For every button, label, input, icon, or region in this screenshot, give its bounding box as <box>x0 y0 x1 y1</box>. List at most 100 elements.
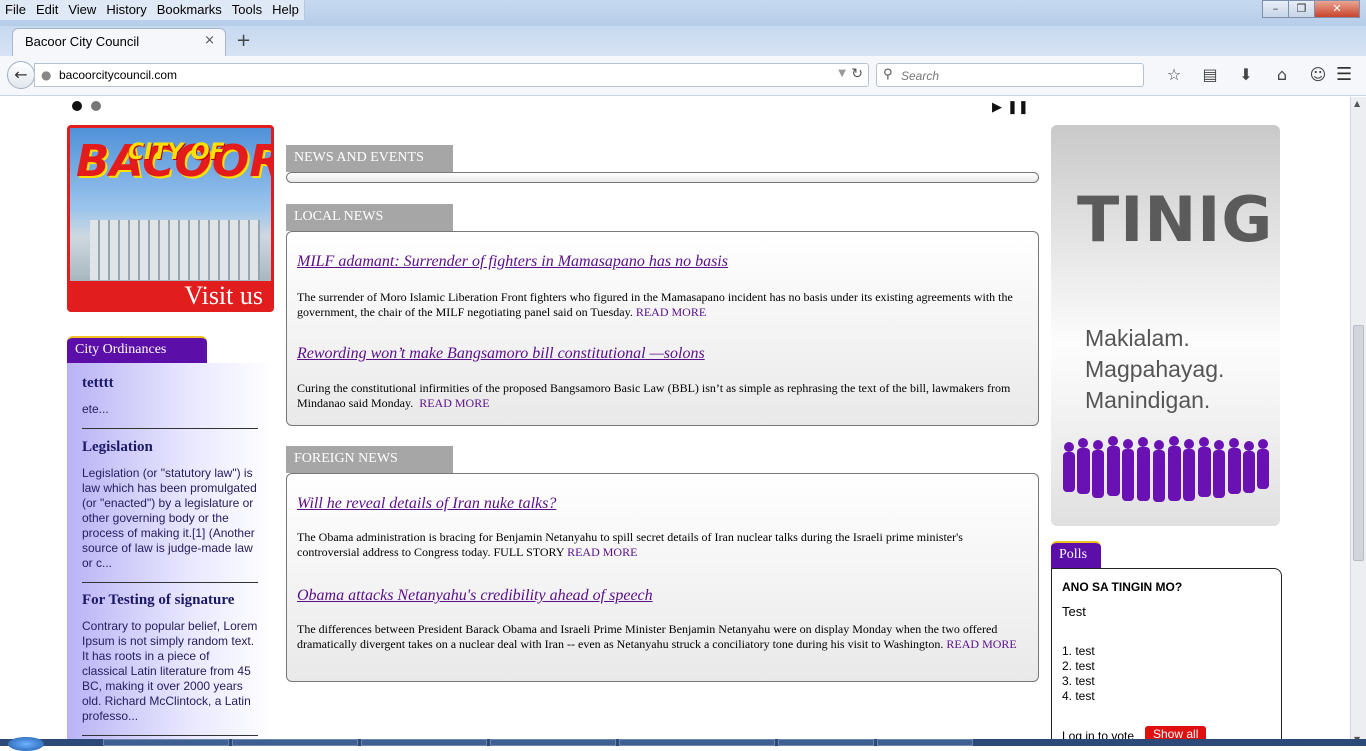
chat-icon[interactable]: ☺ <box>1300 65 1336 84</box>
search-placeholder[interactable]: Search <box>901 69 939 83</box>
toolbar-icons: ☆ ▤ ⬇ ⌂ ☺ <box>1156 65 1336 84</box>
taskbar-item[interactable] <box>877 739 973 746</box>
play-icon[interactable]: ▶ <box>992 99 1002 115</box>
url-bar[interactable]: ● bacoorcitycouncil.com ▼ ↻ <box>34 63 869 87</box>
taskbar-item[interactable] <box>619 739 775 746</box>
poll-option: 3. test <box>1062 674 1095 688</box>
back-button[interactable]: ← <box>7 61 35 89</box>
page-scrollbar[interactable]: ▲ ▼ <box>1350 97 1366 746</box>
taskbar-item[interactable] <box>361 739 487 746</box>
menu-file[interactable]: File <box>0 0 31 20</box>
ordinance-item: Legislation Legislation (or "statutory l… <box>82 439 258 583</box>
news-item: Will he reveal details of Iran nuke talk… <box>297 495 1027 560</box>
read-more-link[interactable]: READ MORE <box>636 305 706 319</box>
ordinance-divider <box>82 582 258 583</box>
local-news-box: MILF adamant: Surrender of fighters in M… <box>286 231 1039 426</box>
ordinance-divider <box>82 735 258 736</box>
foreign-news-title: FOREIGN NEWS <box>294 451 398 466</box>
window-controls: – ❐ ✕ <box>1262 0 1360 18</box>
search-box[interactable]: ⚲ Search <box>876 63 1144 87</box>
news-and-events-title: NEWS AND EVENTS <box>294 150 424 165</box>
ordinance-title[interactable]: Legislation <box>82 439 258 456</box>
tab-bacoor-city-council[interactable]: Bacoor City Council × <box>12 28 226 56</box>
menu-edit[interactable]: Edit <box>31 0 63 20</box>
taskbar-item[interactable] <box>778 739 874 746</box>
url-dropdown-icon[interactable]: ▼ <box>838 68 846 79</box>
polls-title: Polls <box>1059 547 1088 562</box>
scrollbar-thumb[interactable] <box>1353 325 1364 561</box>
new-tab-button[interactable]: + <box>236 30 251 51</box>
menu-bookmarks[interactable]: Bookmarks <box>152 0 227 20</box>
reading-list-icon[interactable]: ▤ <box>1192 65 1228 84</box>
tinig-slogan: Makialam. Magpahayag. Manindigan. <box>1085 323 1224 416</box>
read-more-link[interactable]: READ MORE <box>567 545 637 559</box>
visit-us-strip: Visit us <box>70 281 271 309</box>
close-tab-icon[interactable]: × <box>204 33 215 48</box>
slider-dot-2[interactable] <box>91 101 101 111</box>
slider-controls: ▶ ❚❚ <box>992 99 1029 115</box>
url-text[interactable]: bacoorcitycouncil.com <box>59 68 177 82</box>
home-icon[interactable]: ⌂ <box>1264 65 1300 84</box>
menu-help[interactable]: Help <box>267 0 304 20</box>
slogan-line: Manindigan. <box>1085 387 1211 413</box>
news-item: MILF adamant: Surrender of fighters in M… <box>297 253 1027 320</box>
taskbar-item[interactable] <box>232 739 358 746</box>
ordinance-title[interactable]: For Testing of signature <box>82 592 258 609</box>
poll-question: ANO SA TINGIN MO? <box>1062 580 1183 594</box>
poll-option: 4. test <box>1062 689 1095 703</box>
news-headline-link[interactable]: Obama attacks Netanyahu's credibility ah… <box>297 587 653 604</box>
poll-option: 2. test <box>1062 659 1095 673</box>
poll-box: ANO SA TINGIN MO? Test 1. test 2. test 3… <box>1051 568 1282 746</box>
news-headline-link[interactable]: Rewording won’t make Bangsamoro bill con… <box>297 345 705 362</box>
minimize-button[interactable]: – <box>1262 0 1289 18</box>
city-ordinances-tab: City Ordinances <box>67 336 207 363</box>
news-and-events-box <box>286 172 1039 183</box>
tinig-title: TINIG <box>1077 183 1274 256</box>
news-headline-link[interactable]: MILF adamant: Surrender of fighters in M… <box>297 253 728 270</box>
crowd-silhouette-image <box>1063 436 1269 502</box>
start-button[interactable] <box>8 737 44 751</box>
navigation-toolbar: ← ● bacoorcitycouncil.com ▼ ↻ ⚲ Search ☆… <box>0 56 1366 96</box>
polls-tab: Polls <box>1051 541 1101 569</box>
news-summary: The Obama administration is bracing for … <box>297 530 963 559</box>
pause-icon[interactable]: ❚❚ <box>1007 99 1029 115</box>
ordinance-item: For Testing of signature Contrary to pop… <box>82 592 258 736</box>
news-summary: The surrender of Moro Islamic Liberation… <box>297 290 1013 319</box>
news-item: Rewording won’t make Bangsamoro bill con… <box>297 345 1027 411</box>
slider-dots <box>72 101 101 111</box>
news-headline-link[interactable]: Will he reveal details of Iran nuke talk… <box>297 495 556 512</box>
downloads-icon[interactable]: ⬇ <box>1228 65 1264 84</box>
menu-view[interactable]: View <box>63 0 101 20</box>
read-more-link[interactable]: READ MORE <box>946 637 1016 651</box>
foreign-news-box: Will he reveal details of Iran nuke talk… <box>286 473 1039 682</box>
taskbar-item[interactable] <box>103 739 229 746</box>
city-ordinances-title: City Ordinances <box>75 342 167 357</box>
close-window-button[interactable]: ✕ <box>1314 0 1360 18</box>
reload-icon[interactable]: ↻ <box>851 66 863 82</box>
menu-tools[interactable]: Tools <box>227 0 267 20</box>
city-of-bacoor-banner[interactable]: BACOOR CITY OF Visit us <box>67 125 274 312</box>
bookmark-star-icon[interactable]: ☆ <box>1156 65 1192 84</box>
visit-us-text: Visit us <box>184 281 263 310</box>
slider-dot-1[interactable] <box>72 101 82 111</box>
scroll-up-icon[interactable]: ▲ <box>1354 99 1360 108</box>
taskbar-item[interactable] <box>490 739 616 746</box>
slogan-line: Magpahayag. <box>1085 356 1225 382</box>
local-news-title: LOCAL NEWS <box>294 209 384 224</box>
menu-history[interactable]: History <box>101 0 151 20</box>
slogan-line: Makialam. <box>1085 325 1190 351</box>
tab-title: Bacoor City Council <box>25 34 140 49</box>
globe-icon: ● <box>41 68 52 82</box>
maximize-button[interactable]: ❐ <box>1288 0 1315 18</box>
read-more-link[interactable]: READ MORE <box>419 396 489 410</box>
window-titlebar: File Edit View History Bookmarks Tools H… <box>0 0 1366 26</box>
poll-options: 1. test 2. test 3. test 4. test <box>1062 644 1095 704</box>
city-hall-building-image <box>90 220 260 280</box>
ordinance-title[interactable]: tetttt <box>82 375 258 392</box>
news-item: Obama attacks Netanyahu's credibility ah… <box>297 587 1027 652</box>
tinig-banner[interactable]: TINIG Makialam. Magpahayag. Manindigan. <box>1051 125 1280 526</box>
ordinance-divider <box>82 428 258 429</box>
news-summary: Curing the constitutional infirmities of… <box>297 381 1011 410</box>
foreign-news-header: FOREIGN NEWS <box>286 446 453 473</box>
hamburger-menu-icon[interactable]: ☰ <box>1336 64 1352 85</box>
